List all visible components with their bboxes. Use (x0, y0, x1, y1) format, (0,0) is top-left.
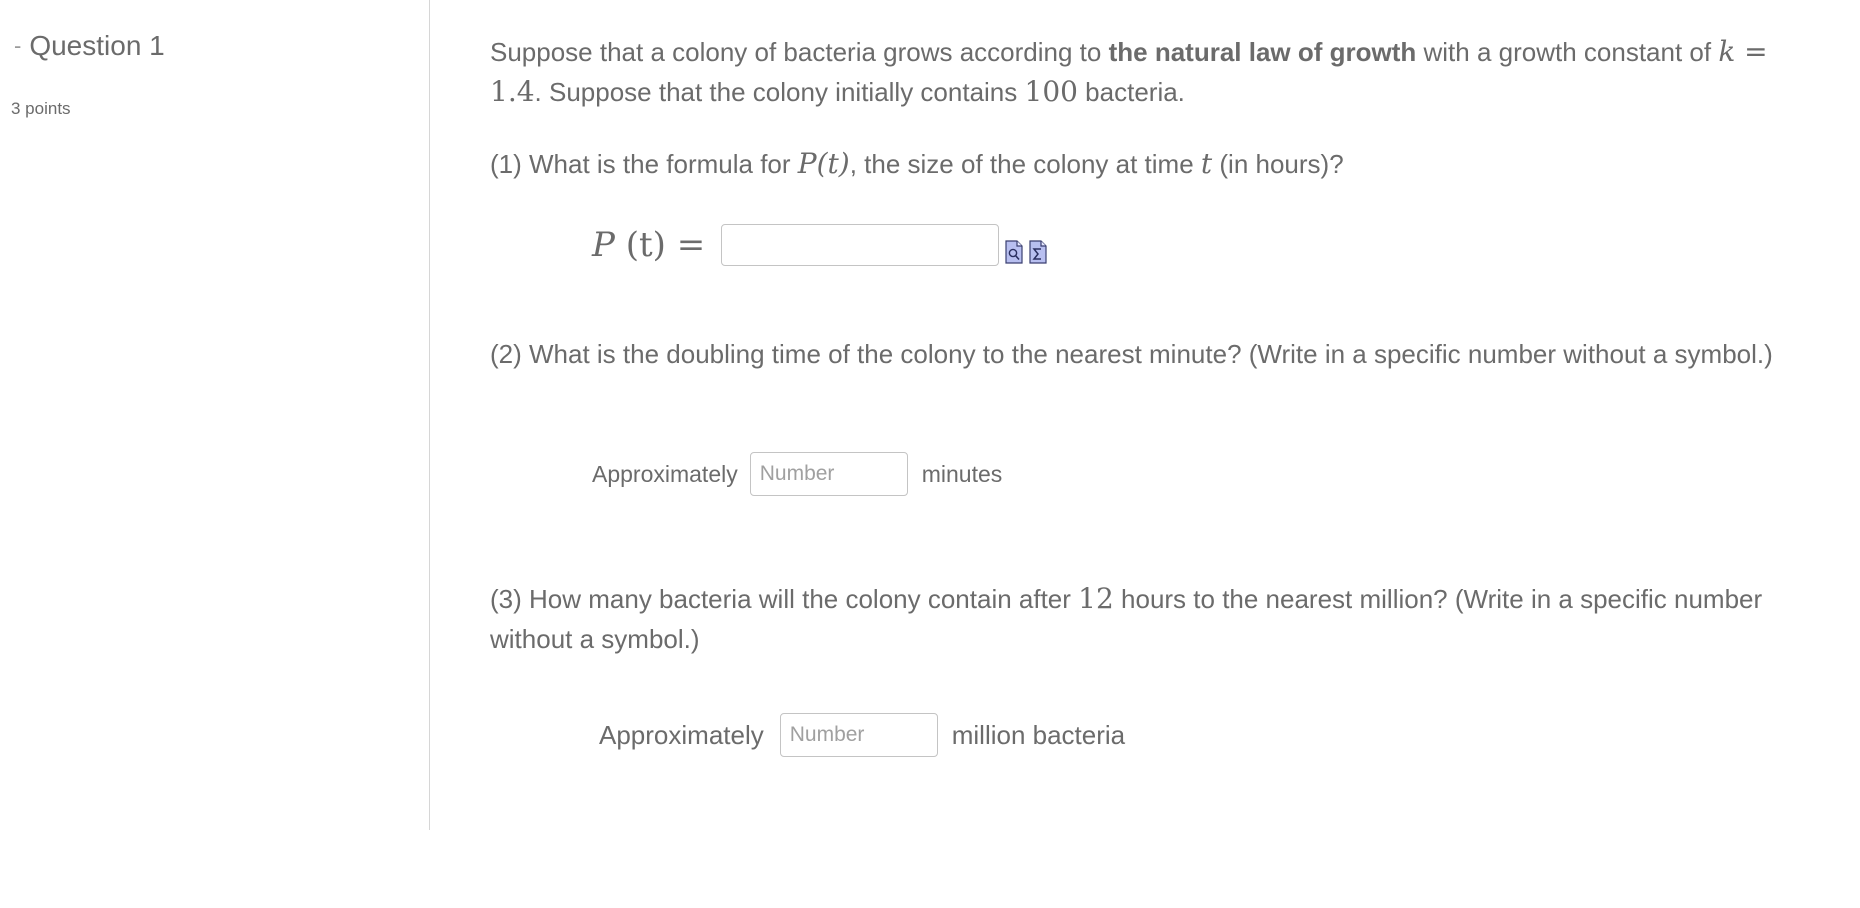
bacteria-count-input[interactable] (779, 713, 938, 757)
part1-text-c: (in hours)? (1212, 149, 1344, 179)
intro-text-d: bacteria. (1077, 77, 1185, 107)
intro-text-b: with a growth constant of (1416, 37, 1719, 67)
question-header: - Question 1 (14, 30, 165, 62)
question-title: Question 1 (29, 30, 165, 61)
part1-time-variable: t (1200, 147, 1213, 180)
question-points: 3 points (11, 99, 71, 118)
intro-text-c: . Suppose that the colony initially cont… (534, 77, 1025, 107)
preview-icon[interactable] (1005, 235, 1023, 264)
part3-prefix: Approximately (599, 720, 764, 750)
part3-question: (3) How many bacteria will the colony co… (490, 579, 1790, 659)
part1-question: (1) What is the formula for P(t), the si… (490, 144, 1790, 184)
collapse-toggle[interactable]: - (14, 35, 21, 57)
part2-prefix: Approximately (592, 461, 738, 487)
formula-lhs-rest: (t) = (614, 225, 706, 265)
part2-suffix: minutes (921, 461, 1003, 487)
doubling-time-input[interactable] (749, 452, 908, 496)
part2-question: (2) What is the doubling time of the col… (490, 339, 1773, 369)
intro-bold-phrase: the natural law of growth (1108, 37, 1417, 67)
part1-text-a: (1) What is the formula for (490, 149, 798, 179)
k-variable: k (1718, 35, 1736, 68)
initial-population: 100 (1024, 75, 1078, 108)
equation-editor-icon[interactable] (1029, 235, 1047, 264)
intro-paragraph: Suppose that a colony of bacteria grows … (490, 32, 1790, 112)
question-info-panel: - Question 1 3 points (0, 0, 430, 830)
intro-text-a: Suppose that a colony of bacteria grows … (490, 37, 1109, 67)
formula-lhs: P (t) = (592, 225, 705, 265)
part1-function: P(t) (797, 147, 850, 180)
part3-suffix: million bacteria (951, 720, 1126, 750)
part3-text-a: (3) How many bacteria will the colony co… (490, 584, 1079, 614)
formula-lhs-p: P (592, 225, 615, 265)
part3-hours: 12 (1078, 582, 1114, 615)
question-page: - Question 1 3 points Suppose that a col… (0, 0, 1860, 908)
part3-answer-row: Approximately million bacteria (599, 713, 1125, 757)
part1-text-b: , the size of the colony at time (849, 149, 1201, 179)
formula-input[interactable] (721, 224, 1000, 266)
part1-answer-row: P (t) = (592, 220, 1047, 270)
part2-answer-row: Approximately minutes (592, 452, 1002, 496)
